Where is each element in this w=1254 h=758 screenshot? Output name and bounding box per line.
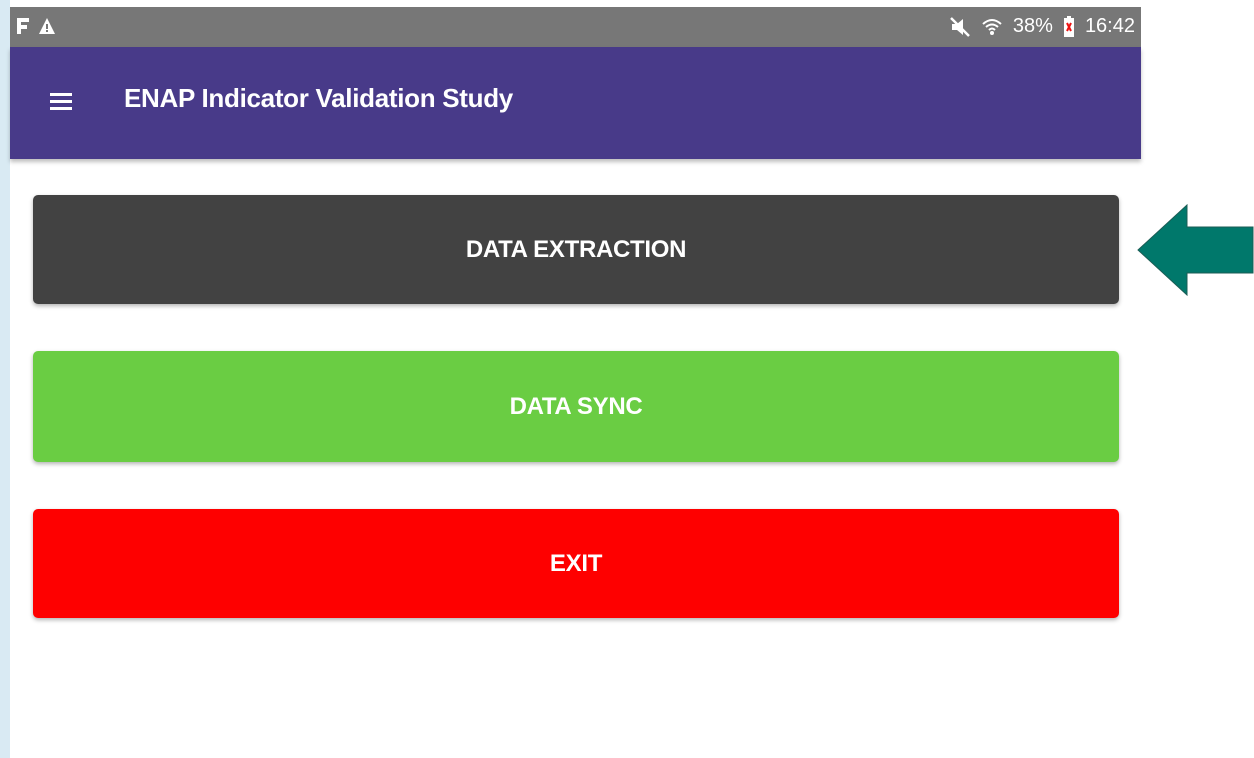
mute-icon bbox=[949, 16, 971, 38]
app-title: ENAP Indicator Validation Study bbox=[124, 83, 513, 113]
hamburger-menu-icon[interactable] bbox=[50, 93, 72, 111]
data-sync-button[interactable]: DATA SYNC bbox=[33, 351, 1119, 462]
status-time: 16:42 bbox=[1084, 15, 1135, 37]
f-notification-icon bbox=[16, 17, 30, 35]
data-extraction-button[interactable]: DATA EXTRACTION bbox=[33, 195, 1119, 304]
exit-button[interactable]: EXIT bbox=[33, 509, 1119, 618]
battery-icon bbox=[1063, 15, 1075, 38]
battery-percentage: 38% bbox=[1012, 15, 1053, 37]
app-bar: ENAP Indicator Validation Study bbox=[10, 47, 1141, 159]
tablet-screen: 38% 16:42 ENAP Indicator Validation Stud… bbox=[10, 7, 1141, 758]
status-right-icons: 38% 16:42 bbox=[949, 15, 1135, 38]
left-pointing-arrow-icon bbox=[1137, 204, 1254, 296]
warning-icon bbox=[38, 17, 56, 35]
wifi-icon bbox=[981, 16, 1003, 38]
status-bar: 38% 16:42 bbox=[10, 7, 1141, 47]
status-left-icons bbox=[16, 17, 56, 35]
slide-left-edge bbox=[0, 0, 10, 758]
